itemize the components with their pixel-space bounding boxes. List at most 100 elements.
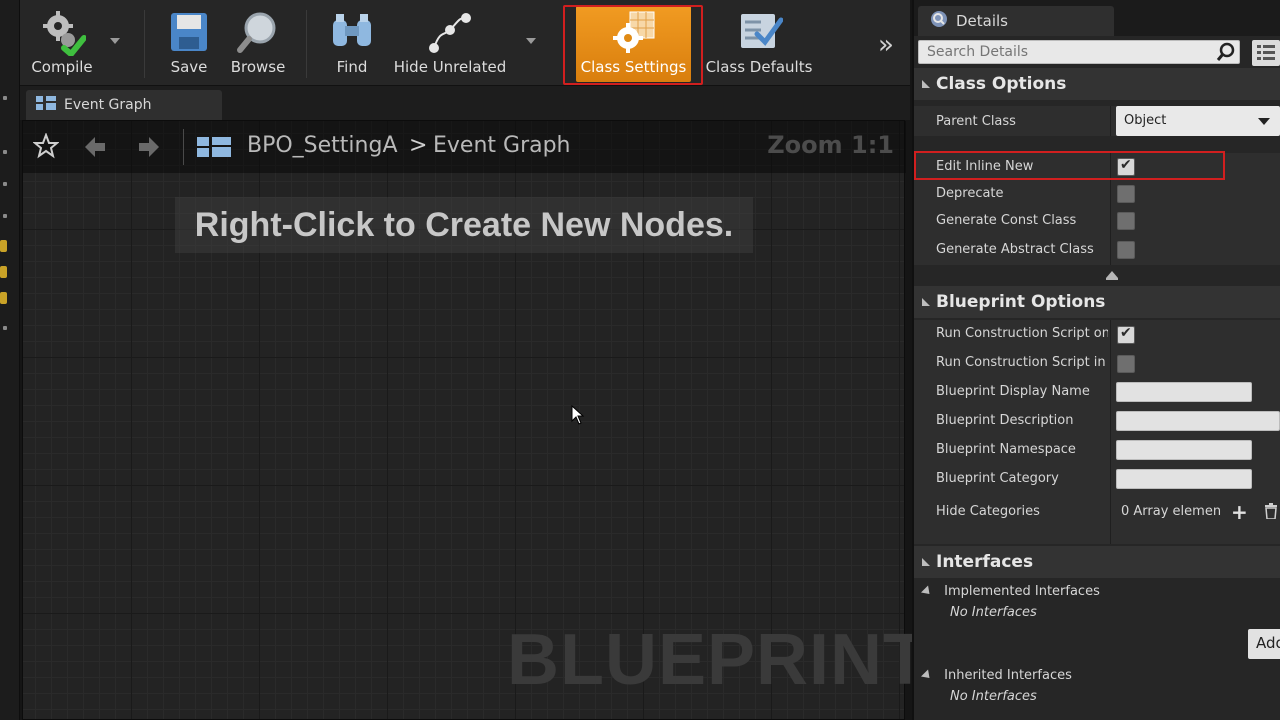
blueprint-category-input[interactable] — [1116, 469, 1252, 489]
column-divider — [1110, 407, 1111, 436]
favorite-star-icon[interactable] — [32, 132, 60, 163]
compile-icon — [38, 8, 86, 56]
graph-navigation-bar: BPO_SettingA > Event Graph Zoom 1:1 — [23, 121, 906, 173]
generate-const-class-checkbox[interactable] — [1117, 212, 1135, 230]
hide-categories-count: 0 Array element — [1121, 504, 1221, 519]
inherited-interfaces-empty: No Interfaces — [950, 689, 1037, 704]
nav-separator — [183, 129, 184, 165]
blueprint-description-input[interactable] — [1116, 411, 1280, 431]
parent-class-value: Object — [1124, 113, 1167, 128]
blueprint-category-label: Blueprint Category — [936, 471, 1059, 486]
find-button[interactable]: Find — [320, 6, 384, 82]
toolbar-overflow-icon[interactable]: » — [878, 30, 894, 60]
tab-details[interactable]: Details — [918, 6, 1114, 36]
graph-icon — [36, 95, 56, 115]
blueprint-display-name-input[interactable] — [1116, 382, 1252, 402]
trash-icon[interactable] — [1264, 503, 1278, 523]
column-divider — [1110, 436, 1111, 465]
blueprint-namespace-input[interactable] — [1116, 440, 1252, 460]
property-row-deprecate: Deprecate — [914, 180, 1280, 209]
column-divider — [1110, 180, 1111, 209]
implemented-interfaces-header[interactable]: Implemented Interfaces — [914, 584, 1280, 606]
column-divider — [1110, 106, 1111, 136]
column-divider — [1110, 378, 1111, 407]
details-panel: Details Class Options Parent Class Objec… — [912, 0, 1280, 720]
strip-dot — [3, 326, 7, 330]
tab-event-graph-label: Event Graph — [64, 97, 152, 113]
graph-hint-text: Right-Click to Create New Nodes. — [175, 197, 753, 253]
blueprint-description-label: Blueprint Description — [936, 413, 1074, 428]
run-construction-script-on-drag-label: Run Construction Script on D — [936, 326, 1108, 341]
class-settings-highlight-box — [563, 5, 703, 85]
hide-unrelated-icon — [426, 8, 474, 56]
class-defaults-icon — [735, 8, 783, 56]
property-row-run-construction-script-on-drag: Run Construction Script on D — [914, 320, 1280, 349]
hide-categories-label: Hide Categories — [936, 504, 1040, 519]
edit-inline-new-highlight-box — [914, 151, 1225, 180]
strip-dot — [3, 96, 7, 100]
info-icon — [930, 10, 948, 32]
mouse-cursor-icon — [571, 404, 585, 429]
property-row-run-construction-script-in-sequencer: Run Construction Script in S — [914, 349, 1280, 378]
browse-label: Browse — [230, 58, 286, 76]
interfaces-title: Interfaces — [936, 552, 1034, 572]
save-button[interactable]: Save — [160, 6, 218, 82]
hide-unrelated-dropdown[interactable] — [526, 38, 536, 44]
collapse-triangle-icon — [922, 298, 930, 306]
key-icon[interactable] — [0, 266, 7, 278]
deprecate-checkbox[interactable] — [1117, 185, 1135, 203]
graph-icon — [197, 135, 231, 163]
add-interface-button[interactable]: Add — [1248, 629, 1280, 659]
category-interfaces[interactable]: Interfaces — [914, 546, 1280, 578]
run-construction-script-in-sequencer-checkbox[interactable] — [1117, 355, 1135, 373]
blueprint-editor-window: Compile Save Browse Find Hide Unrelated … — [0, 0, 1280, 720]
implemented-interfaces-empty: No Interfaces — [950, 605, 1037, 620]
column-divider — [1110, 494, 1111, 544]
browse-button[interactable]: Browse — [224, 6, 292, 82]
key-icon[interactable] — [0, 240, 7, 252]
class-defaults-button[interactable]: Class Defaults — [704, 6, 814, 82]
generate-abstract-class-checkbox[interactable] — [1117, 241, 1135, 259]
compile-button[interactable]: Compile — [26, 6, 98, 82]
find-label: Find — [336, 58, 368, 76]
event-graph-canvas[interactable]: BPO_SettingA > Event Graph Zoom 1:1 Righ… — [22, 120, 927, 720]
collapse-advanced-icon[interactable] — [1106, 271, 1118, 278]
column-divider — [1110, 236, 1111, 265]
property-row-generate-abstract-class: Generate Abstract Class — [914, 236, 1280, 265]
inherited-interfaces-header[interactable]: Inherited Interfaces — [914, 668, 1280, 690]
key-icon[interactable] — [0, 292, 7, 304]
parent-class-dropdown[interactable]: Object — [1116, 106, 1280, 136]
details-search-input[interactable] — [918, 40, 1240, 64]
view-options-icon[interactable] — [1252, 40, 1280, 66]
implemented-interfaces-label: Implemented Interfaces — [944, 584, 1100, 599]
column-divider — [1110, 207, 1111, 236]
forward-arrow-icon[interactable] — [137, 135, 161, 163]
hide-unrelated-button[interactable]: Hide Unrelated — [390, 6, 510, 82]
blueprint-options-title: Blueprint Options — [936, 292, 1106, 312]
tab-event-graph[interactable]: Event Graph — [26, 90, 222, 120]
property-row-blueprint-category: Blueprint Category — [914, 465, 1280, 494]
breadcrumb-event-graph[interactable]: Event Graph — [433, 133, 571, 158]
back-arrow-icon[interactable] — [83, 135, 107, 163]
category-class-options[interactable]: Class Options — [914, 68, 1280, 100]
toolbar-separator — [306, 10, 307, 78]
compile-options-dropdown[interactable] — [110, 38, 120, 44]
add-element-icon[interactable]: + — [1231, 500, 1248, 524]
breadcrumb-blueprint[interactable]: BPO_SettingA — [247, 133, 398, 158]
run-construction-script-on-drag-checkbox[interactable] — [1117, 325, 1135, 344]
property-row-hide-categories: Hide Categories — [914, 494, 1280, 544]
strip-dot — [3, 150, 7, 154]
blueprint-display-name-label: Blueprint Display Name — [936, 384, 1090, 399]
main-toolbar: Compile Save Browse Find Hide Unrelated … — [20, 0, 910, 86]
inherited-interfaces-label: Inherited Interfaces — [944, 668, 1072, 683]
run-construction-script-in-sequencer-label: Run Construction Script in S — [936, 355, 1108, 370]
category-blueprint-options[interactable]: Blueprint Options — [914, 286, 1280, 318]
property-row-blueprint-description: Blueprint Description — [914, 407, 1280, 436]
parent-class-label: Parent Class — [936, 114, 1016, 129]
class-defaults-label: Class Defaults — [705, 58, 813, 76]
column-divider — [1110, 349, 1111, 378]
zoom-level-label: Zoom 1:1 — [767, 131, 894, 159]
class-options-title: Class Options — [936, 74, 1067, 94]
search-icon[interactable] — [1216, 42, 1236, 66]
toolbar-separator — [144, 10, 145, 78]
